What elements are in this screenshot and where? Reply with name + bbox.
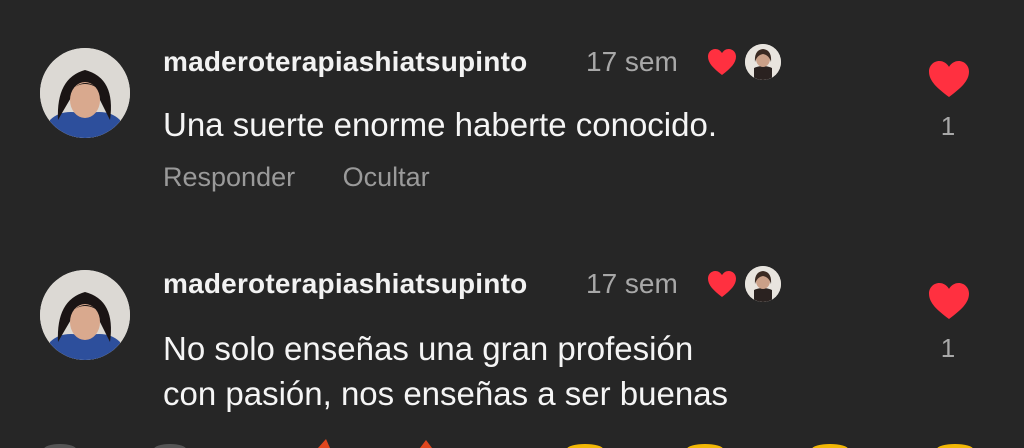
creator-avatar-image xyxy=(745,266,781,302)
fire-emoji-icon xyxy=(318,439,330,448)
comment-text-line: No solo enseñas una gran profesión xyxy=(163,330,694,367)
avatar[interactable] xyxy=(40,270,130,360)
creator-avatar-image xyxy=(745,44,781,80)
hide-button[interactable]: Ocultar xyxy=(343,162,430,193)
avatar[interactable] xyxy=(40,48,130,138)
emoji-icon xyxy=(687,444,723,448)
fire-emoji-icon xyxy=(420,440,432,448)
emoji-icon xyxy=(937,444,973,448)
emoji-reaction-bar xyxy=(44,439,973,448)
comments-screen: maderoterapiashiatsupinto 17 sem Una sue… xyxy=(0,0,1024,448)
comment-item: maderoterapiashiatsupinto 17 sem Una sue… xyxy=(0,0,1024,240)
comment-username[interactable]: maderoterapiashiatsupinto xyxy=(163,268,527,300)
comment-text: No solo enseñas una gran profesión con p… xyxy=(163,326,728,416)
like-count: 1 xyxy=(940,111,956,141)
like-heart-icon[interactable] xyxy=(928,282,970,320)
comment-item: maderoterapiashiatsupinto 17 sem No solo… xyxy=(0,222,1024,448)
comment-text: Una suerte enorme haberte conocido. xyxy=(163,102,717,147)
creator-liked-heart-icon xyxy=(708,49,736,75)
comment-timestamp: 17 sem xyxy=(586,46,678,77)
emoji-icon xyxy=(154,444,186,448)
comment-username[interactable]: maderoterapiashiatsupinto xyxy=(163,46,527,78)
like-heart-icon[interactable] xyxy=(928,60,970,98)
avatar-image xyxy=(40,48,130,138)
emoji-icon xyxy=(812,444,848,448)
creator-avatar xyxy=(745,266,781,302)
comment-text-line: Una suerte enorme haberte conocido. xyxy=(163,106,718,143)
emoji-icon xyxy=(567,444,603,448)
comment-text-line: con pasión, nos enseñas a ser buenas xyxy=(163,375,729,412)
avatar-image xyxy=(40,270,130,360)
like-count: 1 xyxy=(940,333,956,363)
emoji-icon xyxy=(44,444,76,448)
reply-button[interactable]: Responder xyxy=(163,162,295,193)
comment-actions: Responder Ocultar xyxy=(163,162,430,193)
creator-avatar xyxy=(745,44,781,80)
creator-liked-heart-icon xyxy=(708,271,736,297)
comment-timestamp: 17 sem xyxy=(586,268,678,299)
